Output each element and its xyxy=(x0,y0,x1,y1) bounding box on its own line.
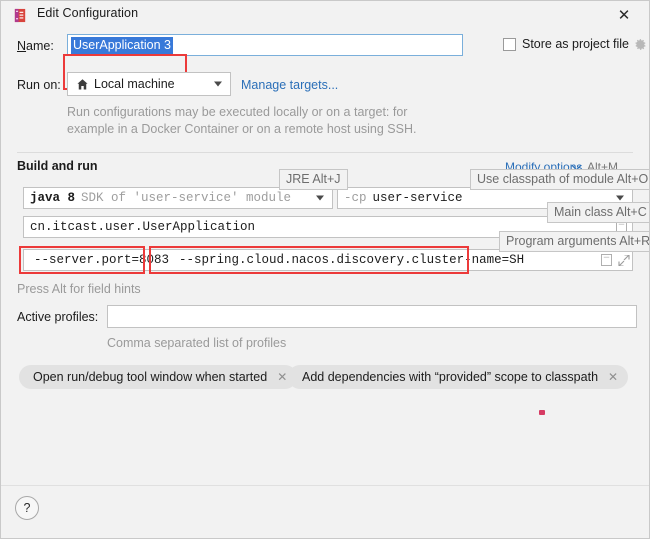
main-class-hint-bubble: Main class Alt+C xyxy=(547,202,649,223)
jre-field[interactable]: java 8 SDK of 'user-service' module xyxy=(23,187,333,209)
chip-close-icon[interactable]: ✕ xyxy=(277,371,287,383)
name-input[interactable] xyxy=(67,34,463,56)
program-arguments-hint-bubble: Program arguments Alt+R xyxy=(499,231,650,252)
chevron-down-icon[interactable] xyxy=(616,195,624,201)
main-class-value: cn.itcast.user.UserApplication xyxy=(30,220,256,234)
classpath-hint-bubble-text: Use classpath of module Alt+O xyxy=(477,172,649,186)
program-arguments-field[interactable]: --server.port=8083 --spring.cloud.nacos.… xyxy=(23,249,633,271)
section-divider xyxy=(17,152,633,153)
store-as-project-file-checkbox[interactable]: Store as project file xyxy=(503,37,647,51)
jre-value-bold: java 8 xyxy=(30,191,76,205)
chip-open-run-debug-tool-window[interactable]: Open run/debug tool window when started … xyxy=(19,365,298,389)
help-button[interactable]: ? xyxy=(15,496,39,520)
classpath-prefix: -cp xyxy=(344,191,367,205)
edit-configuration-dialog: Edit Configuration ✕ Name: UserApplicati… xyxy=(0,0,650,539)
program-argument-server-port: --server.port=8083 xyxy=(34,253,170,267)
dialog-content: Name: UserApplication 3 Store as project… xyxy=(1,29,649,486)
jre-hint-bubble: JRE Alt+J xyxy=(279,169,348,190)
active-profiles-label: Active profiles: xyxy=(17,310,99,324)
active-profiles-hint: Comma separated list of profiles xyxy=(107,336,287,350)
window-title: Edit Configuration xyxy=(37,6,139,20)
cursor-artifact-dot xyxy=(539,410,545,415)
chevron-down-icon[interactable] xyxy=(316,195,324,201)
jre-value-dim: SDK of 'user-service' module xyxy=(81,191,292,205)
program-argument-cluster-name: --spring.cloud.nacos.discovery.cluster-n… xyxy=(179,253,525,267)
jre-hint-bubble-text: JRE Alt+J xyxy=(286,172,341,186)
expand-icon[interactable] xyxy=(618,255,630,266)
chevron-down-icon xyxy=(214,81,222,87)
chip-close-icon[interactable]: ✕ xyxy=(608,371,618,383)
run-on-selected-value: Local machine xyxy=(94,77,175,91)
run-on-label: Run on: xyxy=(17,78,61,92)
active-profiles-input[interactable] xyxy=(107,305,637,328)
classpath-value: user-service xyxy=(372,191,463,205)
close-icon[interactable]: ✕ xyxy=(607,3,641,27)
checkbox-box[interactable] xyxy=(503,37,516,51)
manage-targets-link[interactable]: Manage targets... xyxy=(241,78,338,92)
run-on-description-line1: Run configurations may be executed local… xyxy=(67,105,408,119)
title-bar: Edit Configuration ✕ xyxy=(1,1,649,29)
home-icon xyxy=(77,78,88,90)
chip-add-provided-dependencies[interactable]: Add dependencies with “provided” scope t… xyxy=(288,365,629,389)
gear-icon[interactable] xyxy=(634,38,647,51)
name-label-rest: ame: xyxy=(26,39,54,53)
run-on-description-line2: example in a Docker Container or on a re… xyxy=(67,122,417,136)
intellij-run-config-icon xyxy=(14,8,26,23)
alt-field-hints-text: Press Alt for field hints xyxy=(17,282,141,296)
clipboard-icon[interactable] xyxy=(601,254,612,266)
build-and-run-title: Build and run xyxy=(17,159,98,173)
run-on-combo[interactable]: Local machine xyxy=(67,72,231,96)
main-class-hint-bubble-text: Main class Alt+C xyxy=(554,205,647,219)
run-on-label-text: Run on: xyxy=(17,78,61,92)
chip-label: Open run/debug tool window when started xyxy=(33,370,268,384)
classpath-hint-bubble: Use classpath of module Alt+O xyxy=(470,169,649,190)
dialog-footer: ? OK Cancel Apply xyxy=(1,485,649,538)
chip-label: Add dependencies with “provided” scope t… xyxy=(302,370,599,384)
name-label: Name: xyxy=(17,39,54,53)
store-as-project-file-label: Store as project file xyxy=(522,37,629,51)
program-arguments-hint-bubble-text: Program arguments Alt+R xyxy=(506,234,650,248)
